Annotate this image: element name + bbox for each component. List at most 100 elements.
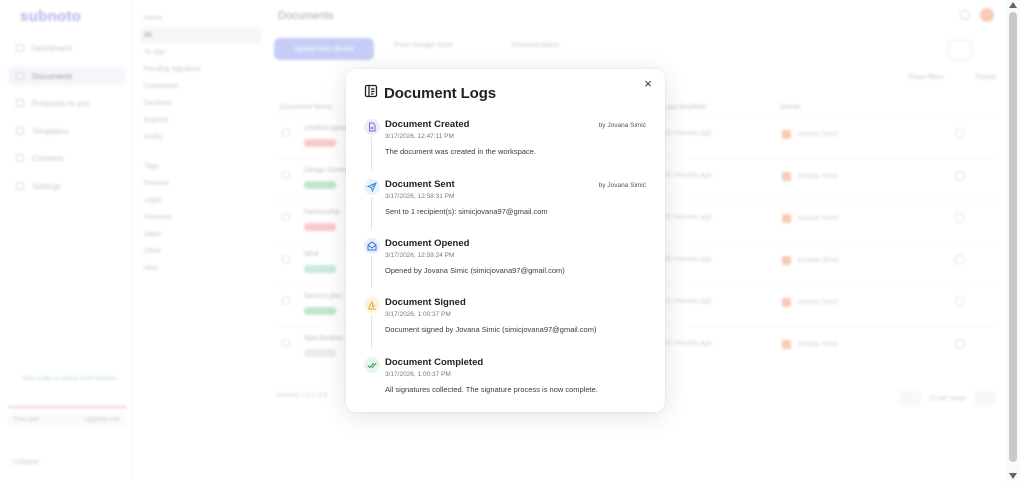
- scroll-thumb[interactable]: [1009, 12, 1017, 462]
- subnav-item[interactable]: Drafts: [140, 129, 262, 146]
- tag-item[interactable]: Other: [140, 243, 262, 260]
- row-checkbox[interactable]: [282, 339, 290, 347]
- log-title: Document Completed: [385, 357, 484, 368]
- row-action-icon[interactable]: [955, 171, 964, 180]
- subnav-item[interactable]: Declined: [140, 95, 262, 112]
- pagination-controls: 10 per page: [898, 390, 996, 406]
- page-title: Documents: [278, 10, 334, 22]
- search-icon[interactable]: [960, 10, 970, 20]
- subnav-item[interactable]: Home: [140, 10, 262, 27]
- subnav-item[interactable]: Completed: [140, 78, 262, 95]
- tag-item[interactable]: New: [140, 260, 262, 277]
- scroll-down-arrow-icon[interactable]: [1009, 473, 1017, 479]
- tag-item[interactable]: Personal: [140, 209, 262, 226]
- status-badge: [304, 265, 336, 273]
- status-badge: [304, 181, 336, 189]
- inbox-icon: [16, 99, 24, 107]
- row-action-icon[interactable]: [955, 129, 964, 138]
- log-description: The document was created in the workspac…: [385, 147, 536, 156]
- row-checkbox[interactable]: [282, 255, 290, 263]
- modal-title: Document Logs: [384, 85, 497, 102]
- log-title: Document Created: [385, 119, 470, 130]
- dashboard-icon: [16, 44, 24, 52]
- tag-item[interactable]: Sales: [140, 226, 262, 243]
- sidebar-item-templates[interactable]: Templates: [8, 121, 126, 141]
- subnav-item[interactable]: Pending signature: [140, 61, 262, 78]
- row-checkbox[interactable]: [282, 129, 290, 137]
- log-description: All signatures collected. The signature …: [385, 385, 598, 394]
- upload-button[interactable]: Upload from device: [274, 38, 374, 60]
- document-filters-nav: Home All To sign Pending signature Compl…: [140, 10, 262, 277]
- scroll-up-arrow-icon[interactable]: [1009, 2, 1017, 8]
- timeline-line: [371, 197, 372, 230]
- timeline-line: [371, 256, 372, 289]
- top-bar-icons: [960, 8, 994, 22]
- row-action-icon[interactable]: [955, 255, 964, 264]
- sidebar-item-requests[interactable]: Requests to you: [8, 93, 126, 113]
- status-badge: [304, 223, 336, 231]
- status-badge: [304, 139, 336, 147]
- log-timestamp: 3/17/2026, 12:59:24 PM: [385, 252, 455, 259]
- row-action-icon[interactable]: [955, 297, 964, 306]
- promo-banner[interactable]: Start a plan to unlock more features: [8, 376, 126, 400]
- show-filters-button[interactable]: Show filters: [908, 74, 944, 81]
- owner-avatar: [782, 256, 791, 265]
- log-description: Opened by Jovana Simic (simicjovana97@gm…: [385, 266, 565, 275]
- row-action-icon[interactable]: [955, 339, 964, 348]
- status-badge: [304, 307, 336, 315]
- view-toggle-button[interactable]: [948, 40, 972, 60]
- check-double-icon: [364, 357, 380, 373]
- folder-icon: [16, 127, 24, 135]
- close-icon[interactable]: ×: [644, 76, 652, 91]
- owner-avatar: [782, 130, 791, 139]
- next-page-button[interactable]: [974, 390, 996, 406]
- subnav-item[interactable]: All: [140, 27, 262, 44]
- tag-item[interactable]: Legal: [140, 192, 262, 209]
- sidebar-item-contacts[interactable]: Contacts: [8, 148, 126, 168]
- mail-open-icon: [364, 238, 380, 254]
- sidebar-item-dashboard[interactable]: Dashboard: [8, 38, 126, 58]
- tag-item[interactable]: Finance: [140, 175, 262, 192]
- signature-icon: [364, 297, 380, 313]
- prev-page-button[interactable]: [898, 390, 921, 406]
- export-button[interactable]: Export: [976, 74, 996, 81]
- sidebar-item-documents[interactable]: Documents: [8, 66, 126, 86]
- file-plus-icon: [364, 119, 380, 135]
- documentation-button[interactable]: Documentation: [512, 42, 559, 49]
- log-author: by Jovana Simić: [598, 122, 646, 129]
- log-timestamp: 3/17/2026, 1:00:37 PM: [385, 311, 451, 318]
- close-button[interactable]: ×: [641, 77, 655, 91]
- log-timestamp: 3/17/2026, 12:47:11 PM: [385, 133, 454, 140]
- timeline-line: [371, 137, 372, 170]
- subnav-item[interactable]: Expired: [140, 112, 262, 129]
- sidebar-item-settings[interactable]: Settings: [8, 176, 126, 196]
- row-action-icon[interactable]: [955, 213, 964, 222]
- log-title: Document Opened: [385, 238, 470, 249]
- send-icon: [364, 179, 380, 195]
- log-title: Document Sent: [385, 179, 455, 190]
- log-description: Document signed by Jovana Simic (simicjo…: [385, 325, 597, 334]
- page-scrollbar[interactable]: [1006, 0, 1020, 481]
- plan-box[interactable]: Free plan Upgrade now: [8, 413, 126, 427]
- collapse-button[interactable]: Collapse: [12, 459, 39, 466]
- sidebar: subnoto Dashboard Documents Requests to …: [0, 0, 132, 481]
- status-badge: [304, 349, 336, 357]
- owner-avatar: [782, 340, 791, 349]
- row-checkbox[interactable]: [282, 297, 290, 305]
- log-author: by Jovana Simić: [598, 182, 646, 189]
- timeline-line: [371, 315, 372, 348]
- tags-header: Tags: [144, 163, 159, 170]
- avatar[interactable]: [980, 8, 994, 22]
- modal-header: Document Logs: [364, 84, 496, 103]
- row-checkbox[interactable]: [282, 213, 290, 221]
- document-logs-modal: Document Logs × Document Created by Jova…: [346, 69, 665, 412]
- brand-logo: subnoto: [20, 8, 82, 25]
- owner-avatar: [782, 214, 791, 223]
- subnav-item[interactable]: To sign: [140, 44, 262, 61]
- usage-bar: [8, 406, 126, 408]
- document-icon: [16, 72, 24, 80]
- contacts-icon: [16, 154, 24, 162]
- per-page-select[interactable]: 10 per page: [929, 395, 966, 402]
- google-drive-button[interactable]: From Google Drive: [394, 42, 453, 49]
- row-checkbox[interactable]: [282, 171, 290, 179]
